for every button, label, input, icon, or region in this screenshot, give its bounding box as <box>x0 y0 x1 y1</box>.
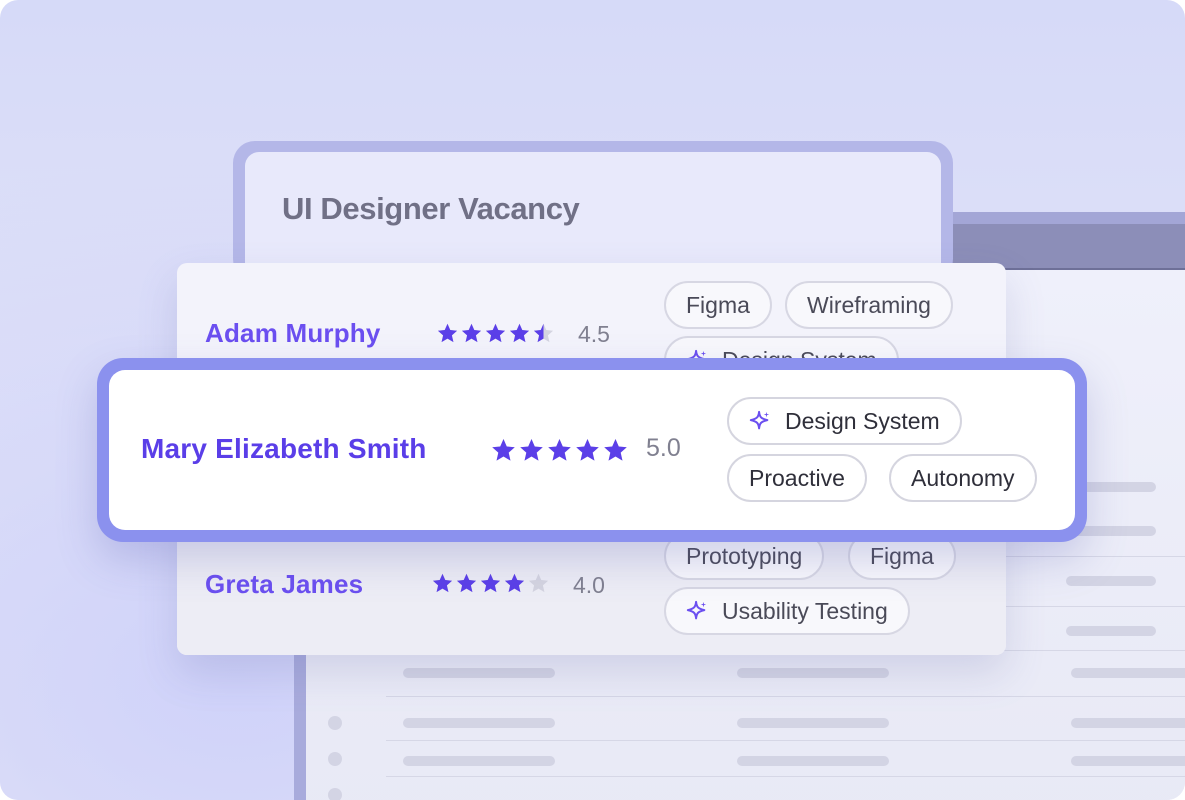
sparkle-icon <box>749 410 770 430</box>
skill-tag: Proactive <box>727 454 867 502</box>
star-filled-icon <box>604 439 627 461</box>
star-filled-icon <box>509 323 530 343</box>
star-filled-icon <box>492 439 515 461</box>
skill-tag-label: Design System <box>785 407 940 434</box>
skill-tag: Wireframing <box>785 281 953 329</box>
candidate-name[interactable]: Greta James <box>205 569 363 600</box>
skill-tag: Autonomy <box>889 454 1037 502</box>
placeholder-dot <box>328 788 342 800</box>
placeholder-bar <box>1066 576 1156 586</box>
skill-tag-ai: Design System <box>727 397 962 445</box>
placeholder-bar <box>403 756 555 766</box>
placeholder-dot <box>328 716 342 730</box>
table-divider <box>386 696 1185 697</box>
star-empty-icon <box>528 573 549 593</box>
star-filled-icon <box>548 439 571 461</box>
skill-tag-label: Autonomy <box>911 464 1015 491</box>
sparkle-icon <box>686 600 707 620</box>
star-rating <box>490 437 629 464</box>
highlighted-candidate-card[interactable]: Mary Elizabeth Smith 5.0 Design System P… <box>109 370 1075 530</box>
rating-value: 4.5 <box>578 321 610 347</box>
placeholder-bar <box>737 668 889 678</box>
star-filled-icon <box>432 573 453 593</box>
star-filled-icon <box>480 573 501 593</box>
placeholder-bar <box>1071 756 1185 766</box>
placeholder-bar <box>737 718 889 728</box>
skill-tag: Figma <box>664 281 772 329</box>
star-rating <box>431 572 550 595</box>
placeholder-bar <box>737 756 889 766</box>
placeholder-bar <box>403 668 555 678</box>
skill-tag-label: Proactive <box>749 464 845 491</box>
table-divider <box>386 776 1185 777</box>
table-divider <box>386 740 1185 741</box>
placeholder-bar <box>1071 668 1185 678</box>
skill-tag-ai: Usability Testing <box>664 587 910 635</box>
star-filled-icon <box>576 439 599 461</box>
placeholder-bar <box>1071 718 1185 728</box>
star-filled-icon <box>504 573 525 593</box>
skill-tag-label: Wireframing <box>807 291 931 318</box>
star-filled-icon <box>520 439 543 461</box>
skill-tag-label: Figma <box>870 542 934 569</box>
placeholder-bar <box>1066 626 1156 636</box>
skill-tag-label: Prototyping <box>686 542 803 569</box>
star-half-icon <box>533 323 554 343</box>
star-filled-icon <box>461 323 482 343</box>
app-scene: UI Designer Vacancy Adam Murphy 4.5 Figm… <box>0 0 1185 800</box>
candidate-name[interactable]: Mary Elizabeth Smith <box>141 433 427 465</box>
vacancy-title: UI Designer Vacancy <box>282 191 580 226</box>
candidate-name[interactable]: Adam Murphy <box>205 318 381 349</box>
rating-value: 4.0 <box>573 572 605 598</box>
star-filled-icon <box>485 323 506 343</box>
skill-tag-label: Figma <box>686 291 750 318</box>
rating-value: 5.0 <box>646 434 681 462</box>
skill-tag-label: Usability Testing <box>722 597 888 624</box>
placeholder-dot <box>328 752 342 766</box>
star-filled-icon <box>437 323 458 343</box>
star-rating <box>436 322 555 345</box>
placeholder-bar <box>403 718 555 728</box>
star-filled-icon <box>456 573 477 593</box>
